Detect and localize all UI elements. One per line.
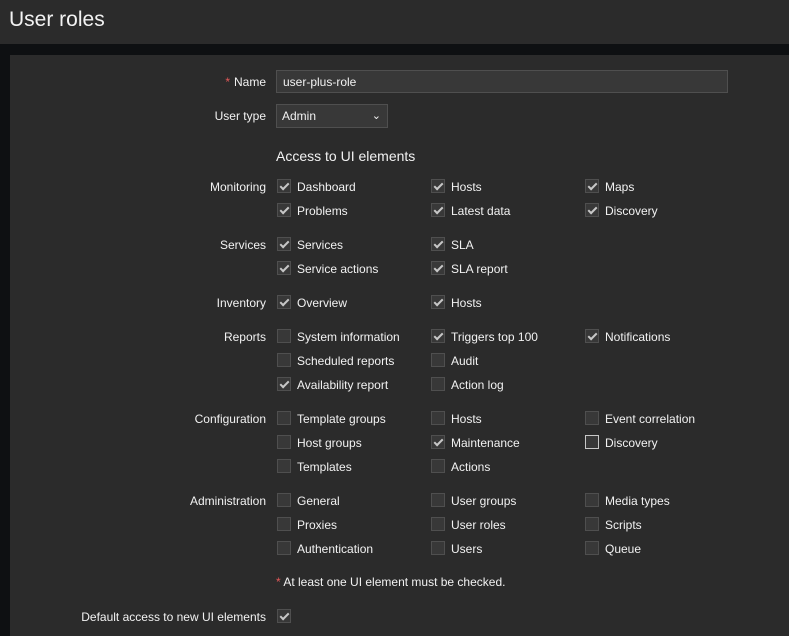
checkbox-label: Media types xyxy=(605,494,670,508)
checkbox[interactable] xyxy=(585,179,599,193)
checkbox-label: Hosts xyxy=(451,296,482,310)
checkbox-label: Services xyxy=(297,238,344,252)
checkbox-label: Notifications xyxy=(605,330,671,344)
checkbox[interactable] xyxy=(277,377,291,391)
checkbox-label: Discovery xyxy=(605,204,658,218)
group-label-services: Services xyxy=(219,238,266,252)
checkbox[interactable] xyxy=(277,203,291,217)
checkbox[interactable] xyxy=(585,493,599,507)
checkbox-label: Discovery xyxy=(605,436,658,450)
checkbox-label: SLA xyxy=(451,238,474,252)
checkbox-label: Templates xyxy=(297,460,352,474)
checkbox[interactable] xyxy=(585,435,599,449)
checkbox-label: Proxies xyxy=(297,518,338,532)
note-text: At least one UI element must be checked. xyxy=(280,575,506,589)
form-area xyxy=(10,55,789,636)
left-frame xyxy=(0,55,10,636)
default-access-checkbox[interactable] xyxy=(277,609,291,623)
group-label-administration: Administration xyxy=(189,494,266,508)
checkbox[interactable] xyxy=(431,261,445,275)
checkbox-label: System information xyxy=(297,330,400,344)
page-header: User roles xyxy=(0,0,789,44)
checkbox[interactable] xyxy=(431,435,445,449)
checkbox-label: User roles xyxy=(451,518,506,532)
checkbox-label: Maintenance xyxy=(451,436,520,450)
checkbox[interactable] xyxy=(277,459,291,473)
checkbox[interactable] xyxy=(431,353,445,367)
checkbox-label: Service actions xyxy=(297,262,379,276)
group-label-monitoring: Monitoring xyxy=(209,180,266,194)
checkbox-label: Scheduled reports xyxy=(297,354,395,368)
checkbox[interactable] xyxy=(431,295,445,309)
checkbox[interactable] xyxy=(431,541,445,555)
checkbox[interactable] xyxy=(277,493,291,507)
chevron-down-icon: ⌄ xyxy=(371,110,381,122)
checkbox[interactable] xyxy=(431,459,445,473)
default-access-label: Default access to new UI elements xyxy=(81,610,266,624)
checkbox[interactable] xyxy=(277,237,291,251)
checkbox-label: Actions xyxy=(451,460,491,474)
checkbox[interactable] xyxy=(431,237,445,251)
checkbox-label: Hosts xyxy=(451,180,482,194)
name-label: * Name xyxy=(26,75,266,89)
checkbox[interactable] xyxy=(585,517,599,531)
checkbox-label: Template groups xyxy=(297,412,386,426)
checkbox[interactable] xyxy=(431,179,445,193)
checkbox[interactable] xyxy=(431,203,445,217)
checkbox-label: General xyxy=(297,494,340,508)
checkbox[interactable] xyxy=(431,493,445,507)
checkbox[interactable] xyxy=(431,411,445,425)
checkbox[interactable] xyxy=(277,353,291,367)
checkbox-label: Availability report xyxy=(297,378,389,392)
checkbox-label: Authentication xyxy=(297,542,374,556)
validation-note: * At least one UI element must be checke… xyxy=(276,575,505,589)
checkbox-label: Event correlation xyxy=(605,412,696,426)
checkbox-label: Overview xyxy=(297,296,348,310)
checkbox-label: Scripts xyxy=(605,518,642,532)
checkbox-label: Users xyxy=(451,542,483,556)
checkbox[interactable] xyxy=(277,295,291,309)
checkbox[interactable] xyxy=(277,261,291,275)
checkbox[interactable] xyxy=(277,517,291,531)
group-label-inventory: Inventory xyxy=(216,296,266,310)
checkbox[interactable] xyxy=(277,541,291,555)
checkbox[interactable] xyxy=(277,179,291,193)
checkbox[interactable] xyxy=(431,329,445,343)
checkbox-label: Dashboard xyxy=(297,180,356,194)
checkbox[interactable] xyxy=(431,377,445,391)
page-title: User roles xyxy=(9,8,105,31)
name-input[interactable] xyxy=(276,70,728,93)
user-type-select[interactable]: Admin ⌄ xyxy=(276,104,388,128)
checkbox[interactable] xyxy=(585,411,599,425)
checkbox-label: Action log xyxy=(451,378,504,392)
checkbox-label: Latest data xyxy=(451,204,511,218)
checkbox-label: Maps xyxy=(605,180,635,194)
header-divider xyxy=(0,44,789,55)
group-label-configuration: Configuration xyxy=(194,412,266,426)
checkbox-label: Host groups xyxy=(297,436,362,450)
checkbox[interactable] xyxy=(585,203,599,217)
group-label-reports: Reports xyxy=(223,330,266,344)
checkbox-label: Triggers top 100 xyxy=(451,330,538,344)
checkbox[interactable] xyxy=(585,329,599,343)
checkbox-label: Queue xyxy=(605,542,642,556)
checkbox-label: Problems xyxy=(297,204,348,218)
checkbox[interactable] xyxy=(277,411,291,425)
checkbox[interactable] xyxy=(277,329,291,343)
name-label-text: Name xyxy=(233,75,266,89)
checkbox-label: User groups xyxy=(451,494,517,508)
user-type-value: Admin xyxy=(282,109,317,123)
user-type-label: User type xyxy=(214,109,266,123)
checkbox[interactable] xyxy=(277,435,291,449)
checkbox-label: Hosts xyxy=(451,412,482,426)
checkbox-label: SLA report xyxy=(451,262,508,276)
checkbox-label: Audit xyxy=(451,354,479,368)
ui-section-title: Access to UI elements xyxy=(276,148,416,164)
checkbox[interactable] xyxy=(585,541,599,555)
checkbox[interactable] xyxy=(431,517,445,531)
required-asterisk: * xyxy=(225,75,230,89)
